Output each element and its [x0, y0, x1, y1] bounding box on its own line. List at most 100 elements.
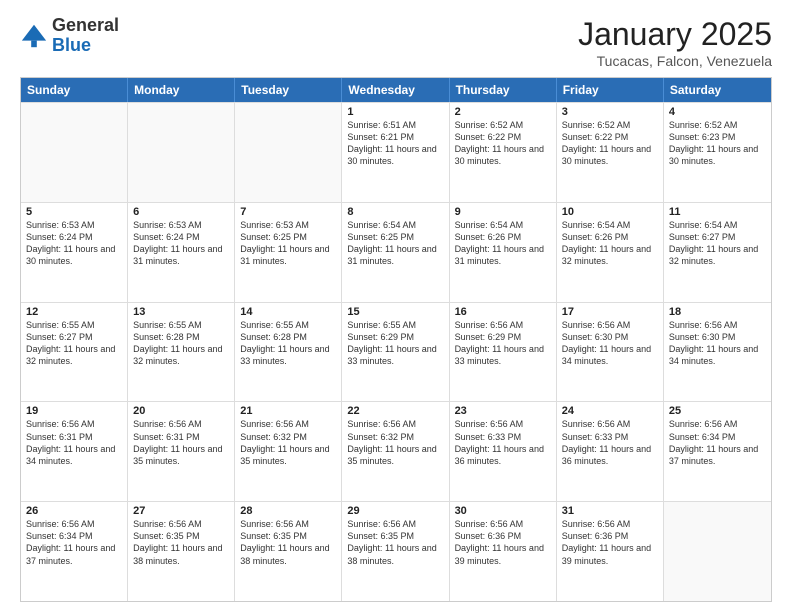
- day-info: Sunrise: 6:56 AM Sunset: 6:35 PM Dayligh…: [347, 518, 443, 567]
- calendar-cell: 25Sunrise: 6:56 AM Sunset: 6:34 PM Dayli…: [664, 402, 771, 501]
- day-number: 23: [455, 405, 551, 417]
- calendar-cell: 8Sunrise: 6:54 AM Sunset: 6:25 PM Daylig…: [342, 203, 449, 302]
- day-info: Sunrise: 6:56 AM Sunset: 6:36 PM Dayligh…: [562, 518, 658, 567]
- calendar-cell: 22Sunrise: 6:56 AM Sunset: 6:32 PM Dayli…: [342, 402, 449, 501]
- day-info: Sunrise: 6:52 AM Sunset: 6:22 PM Dayligh…: [562, 119, 658, 168]
- calendar-body: 1Sunrise: 6:51 AM Sunset: 6:21 PM Daylig…: [21, 102, 771, 601]
- header-day-sunday: Sunday: [21, 78, 128, 102]
- calendar-row-2: 5Sunrise: 6:53 AM Sunset: 6:24 PM Daylig…: [21, 202, 771, 302]
- day-number: 22: [347, 405, 443, 417]
- day-info: Sunrise: 6:56 AM Sunset: 6:34 PM Dayligh…: [26, 518, 122, 567]
- calendar-cell: 2Sunrise: 6:52 AM Sunset: 6:22 PM Daylig…: [450, 103, 557, 202]
- calendar-row-1: 1Sunrise: 6:51 AM Sunset: 6:21 PM Daylig…: [21, 102, 771, 202]
- calendar-cell: 31Sunrise: 6:56 AM Sunset: 6:36 PM Dayli…: [557, 502, 664, 601]
- day-number: 5: [26, 206, 122, 218]
- day-number: 2: [455, 106, 551, 118]
- calendar-cell: 9Sunrise: 6:54 AM Sunset: 6:26 PM Daylig…: [450, 203, 557, 302]
- day-number: 18: [669, 306, 766, 318]
- calendar-cell: [128, 103, 235, 202]
- calendar-cell: 7Sunrise: 6:53 AM Sunset: 6:25 PM Daylig…: [235, 203, 342, 302]
- page: General Blue January 2025 Tucacas, Falco…: [0, 0, 792, 612]
- day-info: Sunrise: 6:55 AM Sunset: 6:29 PM Dayligh…: [347, 319, 443, 368]
- day-info: Sunrise: 6:54 AM Sunset: 6:26 PM Dayligh…: [455, 219, 551, 268]
- day-info: Sunrise: 6:56 AM Sunset: 6:33 PM Dayligh…: [562, 418, 658, 467]
- day-number: 24: [562, 405, 658, 417]
- day-info: Sunrise: 6:52 AM Sunset: 6:22 PM Dayligh…: [455, 119, 551, 168]
- day-info: Sunrise: 6:56 AM Sunset: 6:35 PM Dayligh…: [240, 518, 336, 567]
- day-number: 26: [26, 505, 122, 517]
- day-info: Sunrise: 6:55 AM Sunset: 6:28 PM Dayligh…: [240, 319, 336, 368]
- day-number: 31: [562, 505, 658, 517]
- day-info: Sunrise: 6:56 AM Sunset: 6:32 PM Dayligh…: [240, 418, 336, 467]
- header-day-friday: Friday: [557, 78, 664, 102]
- day-info: Sunrise: 6:54 AM Sunset: 6:27 PM Dayligh…: [669, 219, 766, 268]
- day-number: 8: [347, 206, 443, 218]
- day-number: 17: [562, 306, 658, 318]
- day-info: Sunrise: 6:56 AM Sunset: 6:32 PM Dayligh…: [347, 418, 443, 467]
- day-number: 4: [669, 106, 766, 118]
- calendar-cell: 13Sunrise: 6:55 AM Sunset: 6:28 PM Dayli…: [128, 303, 235, 402]
- day-number: 27: [133, 505, 229, 517]
- header-day-tuesday: Tuesday: [235, 78, 342, 102]
- logo: General Blue: [20, 16, 119, 56]
- calendar-cell: 29Sunrise: 6:56 AM Sunset: 6:35 PM Dayli…: [342, 502, 449, 601]
- logo-icon: [20, 22, 48, 50]
- day-info: Sunrise: 6:56 AM Sunset: 6:36 PM Dayligh…: [455, 518, 551, 567]
- calendar-row-4: 19Sunrise: 6:56 AM Sunset: 6:31 PM Dayli…: [21, 401, 771, 501]
- logo-text: General Blue: [52, 16, 119, 56]
- location: Tucacas, Falcon, Venezuela: [578, 53, 772, 69]
- calendar-cell: 6Sunrise: 6:53 AM Sunset: 6:24 PM Daylig…: [128, 203, 235, 302]
- day-number: 15: [347, 306, 443, 318]
- day-info: Sunrise: 6:56 AM Sunset: 6:34 PM Dayligh…: [669, 418, 766, 467]
- calendar-header: SundayMondayTuesdayWednesdayThursdayFrid…: [21, 78, 771, 102]
- day-number: 19: [26, 405, 122, 417]
- calendar-cell: 21Sunrise: 6:56 AM Sunset: 6:32 PM Dayli…: [235, 402, 342, 501]
- calendar-cell: 26Sunrise: 6:56 AM Sunset: 6:34 PM Dayli…: [21, 502, 128, 601]
- calendar-cell: 12Sunrise: 6:55 AM Sunset: 6:27 PM Dayli…: [21, 303, 128, 402]
- day-number: 6: [133, 206, 229, 218]
- header-day-thursday: Thursday: [450, 78, 557, 102]
- calendar-cell: 10Sunrise: 6:54 AM Sunset: 6:26 PM Dayli…: [557, 203, 664, 302]
- day-number: 11: [669, 206, 766, 218]
- day-info: Sunrise: 6:54 AM Sunset: 6:26 PM Dayligh…: [562, 219, 658, 268]
- calendar-cell: 27Sunrise: 6:56 AM Sunset: 6:35 PM Dayli…: [128, 502, 235, 601]
- day-info: Sunrise: 6:56 AM Sunset: 6:30 PM Dayligh…: [562, 319, 658, 368]
- header-day-saturday: Saturday: [664, 78, 771, 102]
- calendar-cell: [235, 103, 342, 202]
- calendar-row-5: 26Sunrise: 6:56 AM Sunset: 6:34 PM Dayli…: [21, 501, 771, 601]
- calendar-cell: 19Sunrise: 6:56 AM Sunset: 6:31 PM Dayli…: [21, 402, 128, 501]
- day-info: Sunrise: 6:56 AM Sunset: 6:29 PM Dayligh…: [455, 319, 551, 368]
- day-number: 29: [347, 505, 443, 517]
- logo-general: General: [52, 16, 119, 36]
- calendar-cell: 17Sunrise: 6:56 AM Sunset: 6:30 PM Dayli…: [557, 303, 664, 402]
- day-number: 13: [133, 306, 229, 318]
- header-day-monday: Monday: [128, 78, 235, 102]
- day-number: 28: [240, 505, 336, 517]
- calendar-cell: 5Sunrise: 6:53 AM Sunset: 6:24 PM Daylig…: [21, 203, 128, 302]
- day-info: Sunrise: 6:53 AM Sunset: 6:24 PM Dayligh…: [26, 219, 122, 268]
- calendar-cell: 1Sunrise: 6:51 AM Sunset: 6:21 PM Daylig…: [342, 103, 449, 202]
- day-number: 14: [240, 306, 336, 318]
- calendar-cell: 14Sunrise: 6:55 AM Sunset: 6:28 PM Dayli…: [235, 303, 342, 402]
- calendar: SundayMondayTuesdayWednesdayThursdayFrid…: [20, 77, 772, 602]
- calendar-cell: 4Sunrise: 6:52 AM Sunset: 6:23 PM Daylig…: [664, 103, 771, 202]
- calendar-cell: 11Sunrise: 6:54 AM Sunset: 6:27 PM Dayli…: [664, 203, 771, 302]
- month-title: January 2025: [578, 16, 772, 53]
- day-number: 21: [240, 405, 336, 417]
- day-info: Sunrise: 6:56 AM Sunset: 6:30 PM Dayligh…: [669, 319, 766, 368]
- day-number: 3: [562, 106, 658, 118]
- day-info: Sunrise: 6:56 AM Sunset: 6:31 PM Dayligh…: [26, 418, 122, 467]
- day-info: Sunrise: 6:52 AM Sunset: 6:23 PM Dayligh…: [669, 119, 766, 168]
- day-info: Sunrise: 6:56 AM Sunset: 6:31 PM Dayligh…: [133, 418, 229, 467]
- logo-blue: Blue: [52, 36, 119, 56]
- day-info: Sunrise: 6:53 AM Sunset: 6:24 PM Dayligh…: [133, 219, 229, 268]
- calendar-cell: 3Sunrise: 6:52 AM Sunset: 6:22 PM Daylig…: [557, 103, 664, 202]
- day-number: 10: [562, 206, 658, 218]
- calendar-cell: 24Sunrise: 6:56 AM Sunset: 6:33 PM Dayli…: [557, 402, 664, 501]
- day-info: Sunrise: 6:53 AM Sunset: 6:25 PM Dayligh…: [240, 219, 336, 268]
- calendar-cell: 30Sunrise: 6:56 AM Sunset: 6:36 PM Dayli…: [450, 502, 557, 601]
- calendar-cell: 28Sunrise: 6:56 AM Sunset: 6:35 PM Dayli…: [235, 502, 342, 601]
- day-info: Sunrise: 6:55 AM Sunset: 6:27 PM Dayligh…: [26, 319, 122, 368]
- calendar-cell: 23Sunrise: 6:56 AM Sunset: 6:33 PM Dayli…: [450, 402, 557, 501]
- day-info: Sunrise: 6:56 AM Sunset: 6:33 PM Dayligh…: [455, 418, 551, 467]
